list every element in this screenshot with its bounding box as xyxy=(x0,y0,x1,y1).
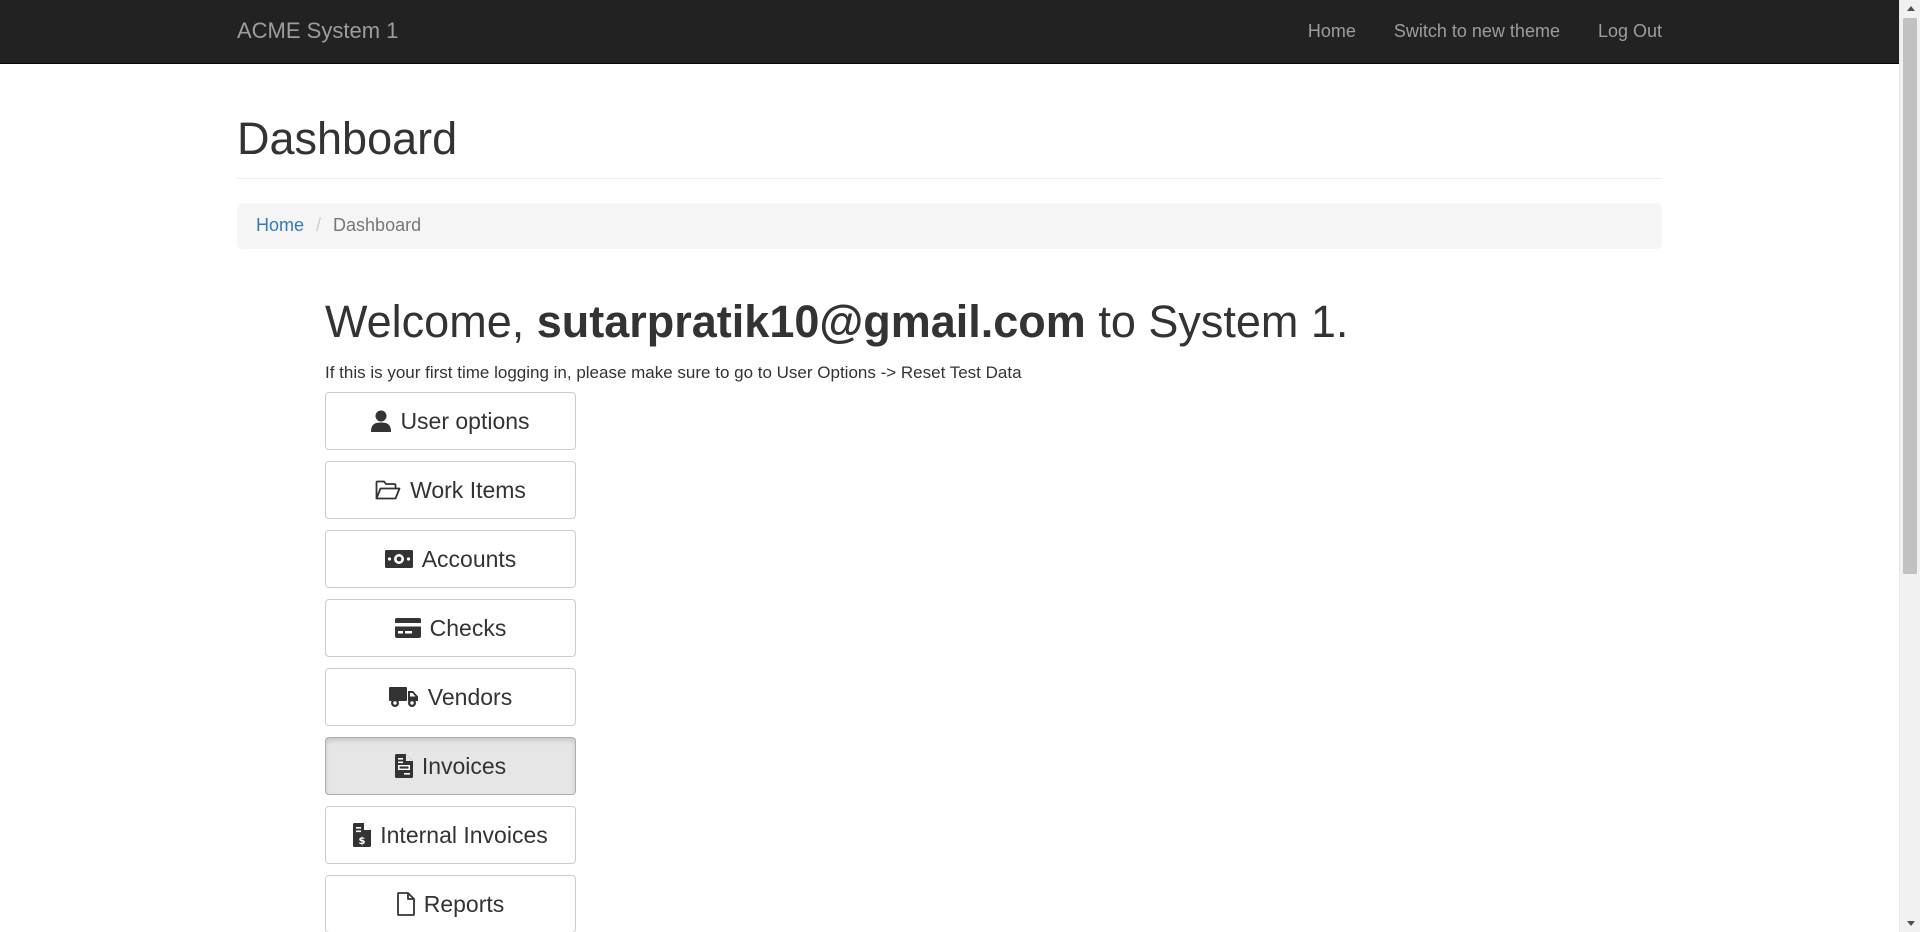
browser-viewport: ACME System 1 Home Switch to new theme L… xyxy=(0,0,1920,932)
breadcrumb-separator: / xyxy=(316,215,322,235)
file-icon xyxy=(396,892,415,916)
reports-label: Reports xyxy=(423,890,505,917)
work-items-button[interactable]: Work Items xyxy=(325,461,576,519)
welcome-suffix: to System 1. xyxy=(1085,295,1349,347)
money-bill-icon xyxy=(384,550,413,568)
file-invoice-icon xyxy=(394,754,413,778)
welcome-heading: Welcome, sutarpratik10@gmail.com to Syst… xyxy=(325,295,1662,347)
breadcrumb-home-link[interactable]: Home xyxy=(256,215,304,236)
internal-invoices-button[interactable]: $ Internal Invoices xyxy=(325,806,576,864)
scroll-down-arrow-icon[interactable] xyxy=(1900,915,1920,932)
page-title: Dashboard xyxy=(237,113,458,164)
file-invoice-dollar-icon: $ xyxy=(353,823,372,847)
dashboard-content: Welcome, sutarpratik10@gmail.com to Syst… xyxy=(325,295,1662,932)
folder-open-icon xyxy=(375,480,401,500)
vendors-button[interactable]: Vendors xyxy=(325,668,576,726)
invoices-button[interactable]: Invoices xyxy=(325,737,576,795)
credit-card-icon xyxy=(394,618,421,638)
page-header: Dashboard xyxy=(237,114,1662,179)
breadcrumb-current: Dashboard xyxy=(333,215,422,235)
welcome-prefix: Welcome, xyxy=(325,295,537,347)
truck-icon xyxy=(388,686,419,708)
main-container: Dashboard Home / Dashboard Welcome, suta… xyxy=(237,64,1662,932)
vendors-label: Vendors xyxy=(427,683,513,710)
reports-button[interactable]: Reports xyxy=(325,875,576,932)
user-options-label: User options xyxy=(400,407,530,434)
checks-button[interactable]: Checks xyxy=(325,599,576,657)
first-login-notice: If this is your first time logging in, p… xyxy=(325,363,1022,382)
user-icon xyxy=(371,410,392,432)
checks-label: Checks xyxy=(429,614,507,641)
invoices-label: Invoices xyxy=(421,752,507,779)
user-options-button[interactable]: User options xyxy=(325,392,576,450)
page-scrollbar[interactable] xyxy=(1899,0,1920,932)
internal-invoices-label: Internal Invoices xyxy=(380,821,548,848)
top-navbar: ACME System 1 Home Switch to new theme L… xyxy=(0,0,1899,64)
scrollbar-thumb[interactable] xyxy=(1903,18,1917,574)
nav-home-link[interactable]: Home xyxy=(1289,0,1375,62)
brand-link[interactable]: ACME System 1 xyxy=(237,0,398,62)
scroll-up-arrow-icon[interactable] xyxy=(1900,0,1920,17)
svg-text:$: $ xyxy=(359,836,366,847)
nav-logout-link[interactable]: Log Out xyxy=(1579,0,1662,62)
breadcrumb: Home / Dashboard xyxy=(237,202,1662,249)
nav-switch-theme-link[interactable]: Switch to new theme xyxy=(1375,0,1579,62)
work-items-label: Work Items xyxy=(410,476,526,503)
welcome-user-email: sutarpratik10@gmail.com xyxy=(536,295,1086,347)
accounts-label: Accounts xyxy=(421,545,517,572)
navbar-links: Home Switch to new theme Log Out xyxy=(1289,0,1662,62)
dashboard-menu: User options Work Items Accounts Checks … xyxy=(325,392,1662,932)
accounts-button[interactable]: Accounts xyxy=(325,530,576,588)
